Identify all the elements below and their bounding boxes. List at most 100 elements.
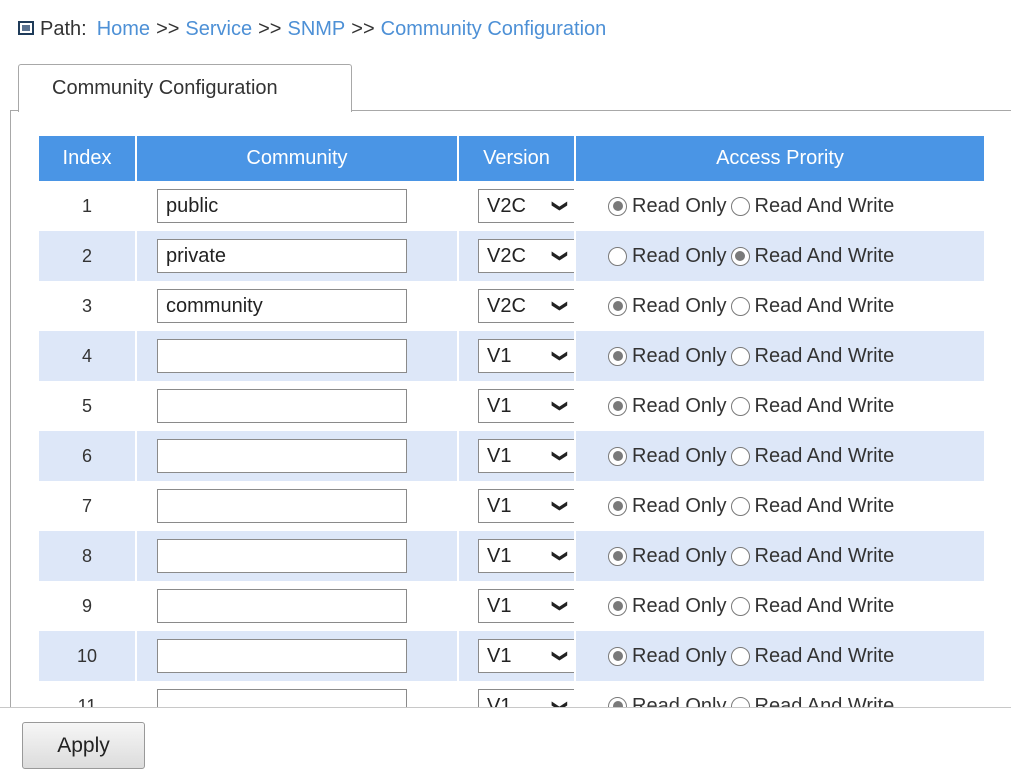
apply-button[interactable]: Apply [22,722,145,769]
read-only-radio[interactable] [608,696,627,707]
community-cell [136,181,459,231]
community-cell [136,281,459,331]
read-write-label: Read And Write [754,244,895,267]
community-input[interactable] [157,289,407,323]
version-select[interactable]: V2C ❯ [478,239,576,273]
community-cell [136,631,459,681]
read-only-radio[interactable] [608,446,627,466]
table-row: 4 V1 ❯ Read Only Read And Write [39,331,984,381]
read-write-radio[interactable] [730,646,750,666]
row-index: 9 [39,581,137,631]
read-write-radio[interactable] [730,596,750,616]
community-input[interactable] [157,589,407,623]
access-cell: Read Only Read And Write [575,181,984,231]
read-only-radio[interactable] [608,496,627,516]
read-only-label: Read Only [632,544,727,567]
read-only-radio[interactable] [608,346,627,366]
version-select[interactable]: V1 ❯ [478,339,576,373]
community-cell [136,231,459,281]
read-write-label: Read And Write [754,594,895,617]
version-value: V2C [487,294,526,317]
version-value: V1 [487,444,512,467]
community-input[interactable] [157,439,407,473]
version-value: V1 [487,544,512,567]
read-write-radio[interactable] [730,496,750,516]
version-value: V1 [487,644,512,667]
access-radio-group: Read Only Read And Write [608,295,984,318]
access-radio-group: Read Only Read And Write [608,445,984,468]
version-cell: V1 ❯ [458,631,576,681]
version-select[interactable]: V1 ❯ [478,389,576,423]
read-write-radio[interactable] [730,446,750,466]
community-input[interactable] [157,389,407,423]
read-write-label: Read And Write [754,694,895,708]
chevron-down-icon: ❯ [551,299,569,313]
access-radio-group: Read Only Read And Write [608,645,984,668]
table-row: 10 V1 ❯ Read Only Read And Write [39,631,984,681]
read-only-radio[interactable] [608,596,627,616]
chevron-down-icon: ❯ [551,399,569,413]
tab-community-configuration[interactable]: Community Configuration [18,64,352,112]
community-input[interactable] [157,639,407,673]
access-radio-group: Read Only Read And Write [608,395,984,418]
community-input[interactable] [157,189,407,223]
read-write-radio[interactable] [730,546,750,566]
community-input[interactable] [157,689,407,707]
read-only-label: Read Only [632,594,727,617]
version-select[interactable]: V2C ❯ [478,189,576,223]
community-panel: Index Community Version Access Prority 1… [10,110,1011,707]
access-cell: Read Only Read And Write [575,231,984,281]
read-only-label: Read Only [632,644,727,667]
breadcrumb-service[interactable]: Service [185,18,252,41]
breadcrumb-home[interactable]: Home [97,18,150,41]
read-only-label: Read Only [632,444,727,467]
read-write-radio[interactable] [730,296,750,316]
community-input[interactable] [157,339,407,373]
table-body: 1 V2C ❯ Read Only Read And Write 2 V2C ❯ Read On… [39,181,984,707]
version-select[interactable]: V1 ❯ [478,439,576,473]
table-row: 11 V1 ❯ Read Only Read And Write [39,681,984,707]
version-select[interactable]: V1 ❯ [478,639,576,673]
read-write-label: Read And Write [754,294,895,317]
access-radio-group: Read Only Read And Write [608,345,984,368]
version-select[interactable]: V1 ❯ [478,539,576,573]
table-row: 2 V2C ❯ Read Only Read And Write [39,231,984,281]
community-cell [136,581,459,631]
read-only-label: Read Only [632,294,727,317]
read-only-radio[interactable] [608,246,627,266]
read-write-radio[interactable] [730,246,750,266]
read-write-radio[interactable] [730,696,750,707]
read-write-label: Read And Write [754,444,895,467]
version-value: V1 [487,594,512,617]
read-only-radio[interactable] [608,546,627,566]
breadcrumb-separator: >> [258,17,282,40]
version-select[interactable]: V1 ❯ [478,689,576,707]
version-value: V1 [487,344,512,367]
community-input[interactable] [157,489,407,523]
version-cell: V1 ❯ [458,531,576,581]
community-input[interactable] [157,539,407,573]
community-cell [136,681,459,707]
row-index: 10 [39,631,137,681]
version-select[interactable]: V1 ❯ [478,589,576,623]
access-cell: Read Only Read And Write [575,281,984,331]
read-only-radio[interactable] [608,296,627,316]
version-select[interactable]: V2C ❯ [478,289,576,323]
community-cell [136,531,459,581]
read-write-radio[interactable] [730,196,750,216]
breadcrumb-snmp[interactable]: SNMP [287,18,345,41]
table-row: 5 V1 ❯ Read Only Read And Write [39,381,984,431]
read-only-radio[interactable] [608,196,627,216]
table-header-row: Index Community Version Access Prority [39,136,984,181]
community-input[interactable] [157,239,407,273]
read-write-radio[interactable] [730,396,750,416]
table-row: 6 V1 ❯ Read Only Read And Write [39,431,984,481]
version-cell: V1 ❯ [458,581,576,631]
version-select[interactable]: V1 ❯ [478,489,576,523]
read-only-radio[interactable] [608,396,627,416]
breadcrumb-community-configuration[interactable]: Community Configuration [381,18,607,41]
breadcrumb-separator: >> [351,17,375,40]
breadcrumb-separator: >> [156,17,180,40]
read-write-radio[interactable] [730,346,750,366]
read-only-radio[interactable] [608,646,627,666]
